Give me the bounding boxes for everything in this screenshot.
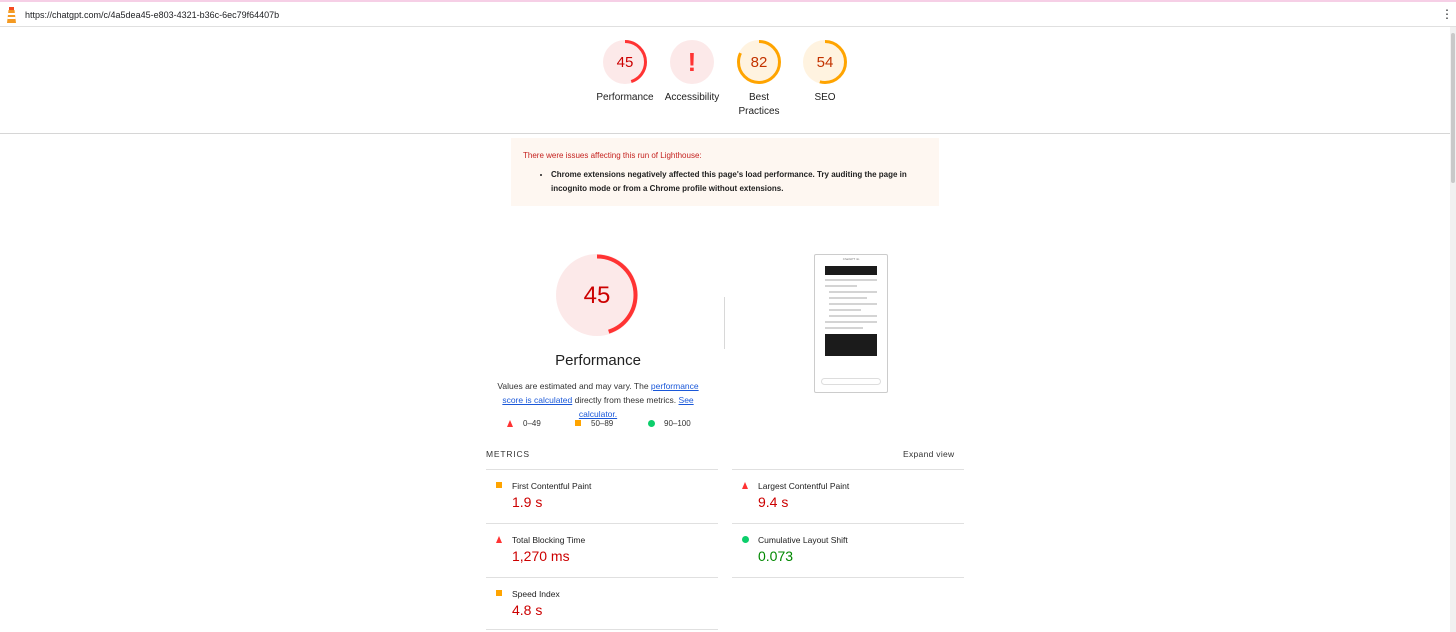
- metric-value: 1,270 ms: [512, 548, 570, 564]
- seo-gauge: 54: [803, 40, 847, 84]
- circle-icon: [648, 420, 655, 427]
- best-practices-score: 82: [751, 54, 768, 71]
- divider: [0, 133, 1450, 134]
- warning-list: Chrome extensions negatively affected th…: [551, 168, 927, 196]
- performance-gauge-large: 45: [556, 254, 638, 336]
- screenshot-input: [821, 378, 881, 385]
- kebab-menu-icon[interactable]: ⋮: [1441, 8, 1453, 20]
- square-icon: [496, 482, 502, 488]
- metric-value: 0.073: [758, 548, 794, 564]
- gauge-seo[interactable]: 54 SEO: [785, 39, 865, 105]
- score-gauges: 45 Performance ! Accessibility 82 Best P…: [590, 39, 860, 124]
- square-icon: [496, 590, 502, 596]
- triangle-icon: [742, 482, 748, 489]
- accessibility-error-icon: !: [688, 47, 697, 77]
- metrics-divider: [486, 629, 718, 630]
- best-practices-gauge: 82: [737, 40, 781, 84]
- scrollbar-thumb[interactable]: [1451, 33, 1455, 183]
- triangle-icon: [507, 420, 513, 427]
- metric-name: Cumulative Layout Shift: [758, 535, 848, 545]
- performance-gauge: 45: [603, 40, 647, 84]
- performance-score-large: 45: [584, 282, 611, 309]
- vertical-divider: [724, 297, 725, 349]
- screenshot-code-block-2: [825, 334, 877, 356]
- metric-value: 1.9 s: [512, 494, 543, 510]
- screenshot-header: ChatGPT 4o: [842, 257, 860, 261]
- metrics-divider: [486, 577, 718, 578]
- metric-name: Largest Contentful Paint: [758, 481, 850, 491]
- metric-value: 9.4 s: [758, 494, 789, 510]
- seo-label: SEO: [814, 92, 836, 103]
- browser-bar: https://chatgpt.com/c/4a5dea45-e803-4321…: [0, 0, 1456, 27]
- metric-value: 4.8 s: [512, 602, 543, 618]
- url-bar[interactable]: https://chatgpt.com/c/4a5dea45-e803-4321…: [25, 10, 279, 20]
- warning-box: There were issues affecting this run of …: [511, 138, 939, 206]
- metrics-heading: METRICS: [486, 449, 530, 459]
- performance-score: 45: [617, 54, 634, 71]
- best-practices-label: Best Practices: [738, 92, 780, 117]
- screenshot-code-block: [825, 266, 877, 275]
- square-icon: [575, 420, 581, 426]
- metrics-divider: [486, 469, 718, 470]
- metric-name: First Contentful Paint: [512, 481, 592, 491]
- circle-icon: [742, 536, 749, 543]
- seo-score: 54: [817, 54, 834, 71]
- metrics-divider: [732, 469, 964, 470]
- performance-heading: Performance: [555, 352, 641, 369]
- warning-item: Chrome extensions negatively affected th…: [551, 168, 927, 196]
- performance-description: Values are estimated and may vary. The p…: [497, 381, 699, 419]
- metric-name: Speed Index: [512, 589, 560, 599]
- metrics-divider: [732, 577, 964, 578]
- metrics-divider: [486, 523, 718, 524]
- triangle-icon: [496, 536, 502, 543]
- final-screenshot[interactable]: ChatGPT 4o: [814, 254, 888, 393]
- expand-view-button[interactable]: Expand view: [903, 449, 955, 459]
- warning-title: There were issues affecting this run of …: [523, 151, 702, 160]
- lighthouse-icon: [7, 7, 16, 23]
- metric-name: Total Blocking Time: [512, 535, 586, 545]
- metrics-divider: [732, 523, 964, 524]
- accessibility-gauge: !: [670, 40, 714, 84]
- scrollbar[interactable]: [1450, 27, 1456, 632]
